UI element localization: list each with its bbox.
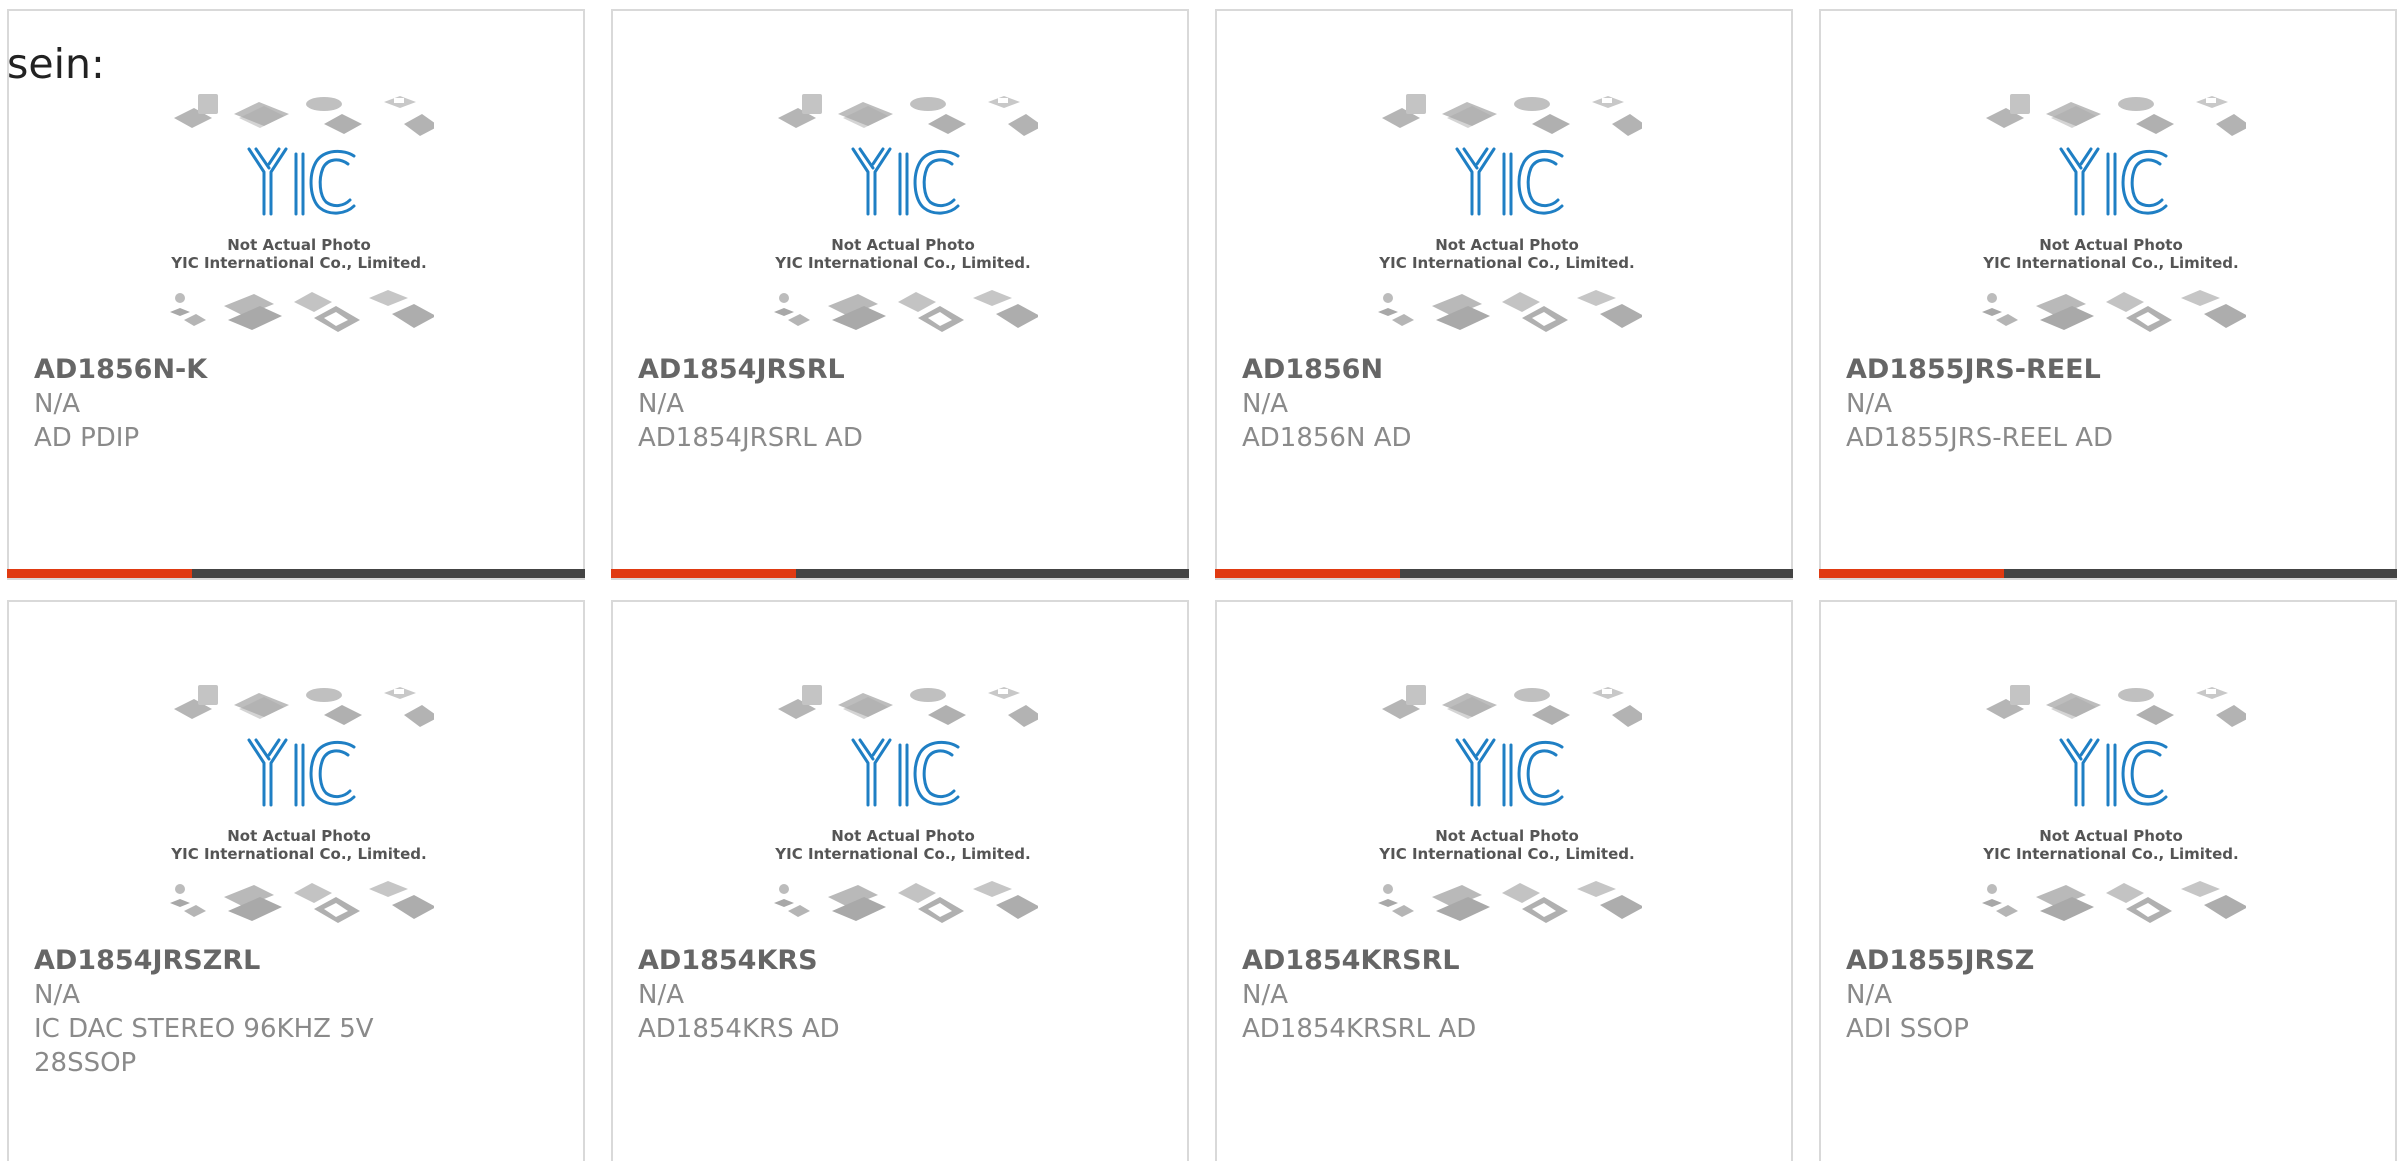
- thumb-caption-line1: Not Actual Photo: [1435, 236, 1579, 254]
- product-card[interactable]: Not Actual Photo YIC International Co., …: [611, 9, 1189, 580]
- product-card[interactable]: Not Actual Photo YIC International Co., …: [611, 600, 1189, 1161]
- chip-collage-icon: [1378, 94, 1642, 332]
- thumb-caption-line2: YIC International Co., Limited.: [171, 845, 427, 863]
- product-info: AD1856N N/A AD1856N AD: [1242, 353, 1762, 455]
- thumb-caption-line2: YIC International Co., Limited.: [1983, 845, 2239, 863]
- manufacturer: N/A: [1242, 389, 1288, 419]
- product-info: AD1854KRSRL N/A AD1854KRSRL AD: [1242, 944, 1762, 1046]
- manufacturer: N/A: [1846, 389, 1892, 419]
- progress-bar: [1819, 569, 2397, 578]
- product-thumbnail: Not Actual Photo YIC International Co., …: [1976, 685, 2246, 933]
- thumb-caption-line2: YIC International Co., Limited.: [775, 845, 1031, 863]
- progress-fill: [7, 569, 192, 578]
- product-info: AD1855JRSZ N/A ADI SSOP: [1846, 944, 2366, 1046]
- description: IC DAC STEREO 96KHZ 5V 28SSOP: [34, 1014, 374, 1078]
- thumb-caption-line2: YIC International Co., Limited.: [1379, 254, 1635, 272]
- product-thumbnail: Not Actual Photo YIC International Co., …: [164, 685, 434, 933]
- description: AD1854KRSRL AD: [1242, 1014, 1477, 1044]
- thumb-caption-line1: Not Actual Photo: [2039, 236, 2183, 254]
- chip-collage-icon: [1378, 685, 1642, 923]
- progress-bar: [7, 569, 585, 578]
- product-card[interactable]: Not Actual Photo YIC International Co., …: [7, 600, 585, 1161]
- progress-fill: [1819, 569, 2004, 578]
- product-card[interactable]: Not Actual Photo YIC International Co., …: [1819, 9, 2397, 580]
- product-card[interactable]: Not Actual Photo YIC International Co., …: [7, 9, 585, 580]
- chip-collage-icon: [170, 685, 434, 923]
- product-info: AD1854KRS N/A AD1854KRS AD: [638, 944, 1158, 1046]
- description: AD PDIP: [34, 423, 140, 453]
- product-card[interactable]: Not Actual Photo YIC International Co., …: [1215, 600, 1793, 1161]
- thumb-caption-line2: YIC International Co., Limited.: [1983, 254, 2239, 272]
- manufacturer: N/A: [638, 980, 684, 1010]
- manufacturer: N/A: [34, 389, 80, 419]
- thumb-caption-line2: YIC International Co., Limited.: [171, 254, 427, 272]
- product-thumbnail: Not Actual Photo YIC International Co., …: [768, 685, 1038, 933]
- thumb-caption-line2: YIC International Co., Limited.: [1379, 845, 1635, 863]
- leading-text: sein:: [7, 40, 105, 88]
- manufacturer: N/A: [1846, 980, 1892, 1010]
- thumb-caption-line1: Not Actual Photo: [227, 236, 371, 254]
- chip-collage-icon: [774, 685, 1038, 923]
- description: AD1854KRS AD: [638, 1014, 840, 1044]
- part-number[interactable]: AD1856N: [1242, 353, 1762, 387]
- product-card[interactable]: Not Actual Photo YIC International Co., …: [1819, 600, 2397, 1161]
- chip-collage-icon: [1982, 94, 2246, 332]
- part-number[interactable]: AD1856N-K: [34, 353, 554, 387]
- progress-bar: [1215, 569, 1793, 578]
- product-info: AD1856N-K N/A AD PDIP: [34, 353, 554, 455]
- product-thumbnail: Not Actual Photo YIC International Co., …: [1372, 685, 1642, 933]
- part-number[interactable]: AD1854KRSRL: [1242, 944, 1762, 978]
- progress-fill: [1215, 569, 1400, 578]
- thumb-caption-line1: Not Actual Photo: [1435, 827, 1579, 845]
- manufacturer: N/A: [638, 389, 684, 419]
- description: ADI SSOP: [1846, 1014, 1969, 1044]
- progress-fill: [611, 569, 796, 578]
- product-thumbnail: Not Actual Photo YIC International Co., …: [164, 94, 434, 342]
- product-thumbnail: Not Actual Photo YIC International Co., …: [1976, 94, 2246, 342]
- part-number[interactable]: AD1854JRSZRL: [34, 944, 554, 978]
- part-number[interactable]: AD1855JRSZ: [1846, 944, 2366, 978]
- description: AD1855JRS-REEL AD: [1846, 423, 2114, 453]
- product-info: AD1854JRSRL N/A AD1854JRSRL AD: [638, 353, 1158, 455]
- product-card[interactable]: Not Actual Photo YIC International Co., …: [1215, 9, 1793, 580]
- progress-bar: [611, 569, 1189, 578]
- product-grid: Not Actual Photo YIC International Co., …: [0, 0, 2403, 1161]
- chip-collage-icon: [170, 94, 434, 332]
- manufacturer: N/A: [34, 980, 80, 1010]
- product-thumbnail: Not Actual Photo YIC International Co., …: [768, 94, 1038, 342]
- product-thumbnail: Not Actual Photo YIC International Co., …: [1372, 94, 1642, 342]
- description: AD1854JRSRL AD: [638, 423, 863, 453]
- thumb-caption-line1: Not Actual Photo: [831, 827, 975, 845]
- thumb-caption-line1: Not Actual Photo: [831, 236, 975, 254]
- chip-collage-icon: [1982, 685, 2246, 923]
- manufacturer: N/A: [1242, 980, 1288, 1010]
- chip-collage-icon: [774, 94, 1038, 332]
- part-number[interactable]: AD1854JRSRL: [638, 353, 1158, 387]
- thumb-caption-line1: Not Actual Photo: [2039, 827, 2183, 845]
- product-info: AD1855JRS-REEL N/A AD1855JRS-REEL AD: [1846, 353, 2366, 455]
- product-info: AD1854JRSZRL N/A IC DAC STEREO 96KHZ 5V …: [34, 944, 554, 1080]
- thumb-caption-line1: Not Actual Photo: [227, 827, 371, 845]
- thumb-caption-line2: YIC International Co., Limited.: [775, 254, 1031, 272]
- part-number[interactable]: AD1854KRS: [638, 944, 1158, 978]
- part-number[interactable]: AD1855JRS-REEL: [1846, 353, 2366, 387]
- description: AD1856N AD: [1242, 423, 1412, 453]
